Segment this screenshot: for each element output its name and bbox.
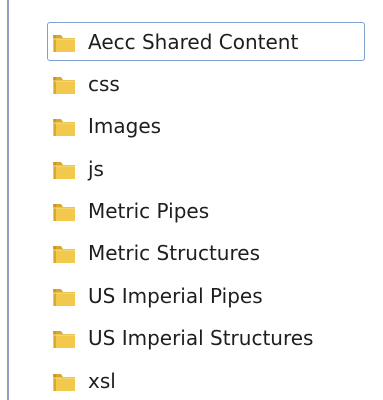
folder-item-js[interactable]: js <box>47 149 365 188</box>
folder-label: Metric Pipes <box>88 198 210 223</box>
folder-label: Metric Structures <box>88 240 260 265</box>
folder-item-css[interactable]: css <box>47 64 365 103</box>
folder-list[interactable]: Aecc Shared Content css Images js Metric… <box>9 0 383 400</box>
folder-label: US Imperial Pipes <box>88 283 263 308</box>
folder-label: US Imperial Structures <box>88 325 314 350</box>
folder-item-us-imperial-pipes[interactable]: US Imperial Pipes <box>47 276 365 315</box>
folder-icon <box>53 245 75 263</box>
folder-item-metric-pipes[interactable]: Metric Pipes <box>47 191 365 230</box>
folder-icon <box>53 161 75 179</box>
folder-icon <box>53 288 75 306</box>
folder-icon <box>53 203 75 221</box>
folder-icon <box>53 34 75 52</box>
folder-item-aecc-shared-content[interactable]: Aecc Shared Content <box>47 22 365 61</box>
folder-item-images[interactable]: Images <box>47 106 365 145</box>
folder-label: xsl <box>88 368 116 393</box>
folder-label: Images <box>88 113 162 138</box>
folder-item-metric-structures[interactable]: Metric Structures <box>47 233 365 272</box>
folder-label: Aecc Shared Content <box>88 29 299 54</box>
folder-item-xsl[interactable]: xsl <box>47 361 365 400</box>
folder-icon <box>53 373 75 391</box>
folder-icon <box>53 76 75 94</box>
folder-icon <box>53 118 75 136</box>
folder-item-us-imperial-structures[interactable]: US Imperial Structures <box>47 318 365 357</box>
folder-icon <box>53 330 75 348</box>
folder-label: css <box>88 71 120 96</box>
folder-label: js <box>88 156 104 181</box>
